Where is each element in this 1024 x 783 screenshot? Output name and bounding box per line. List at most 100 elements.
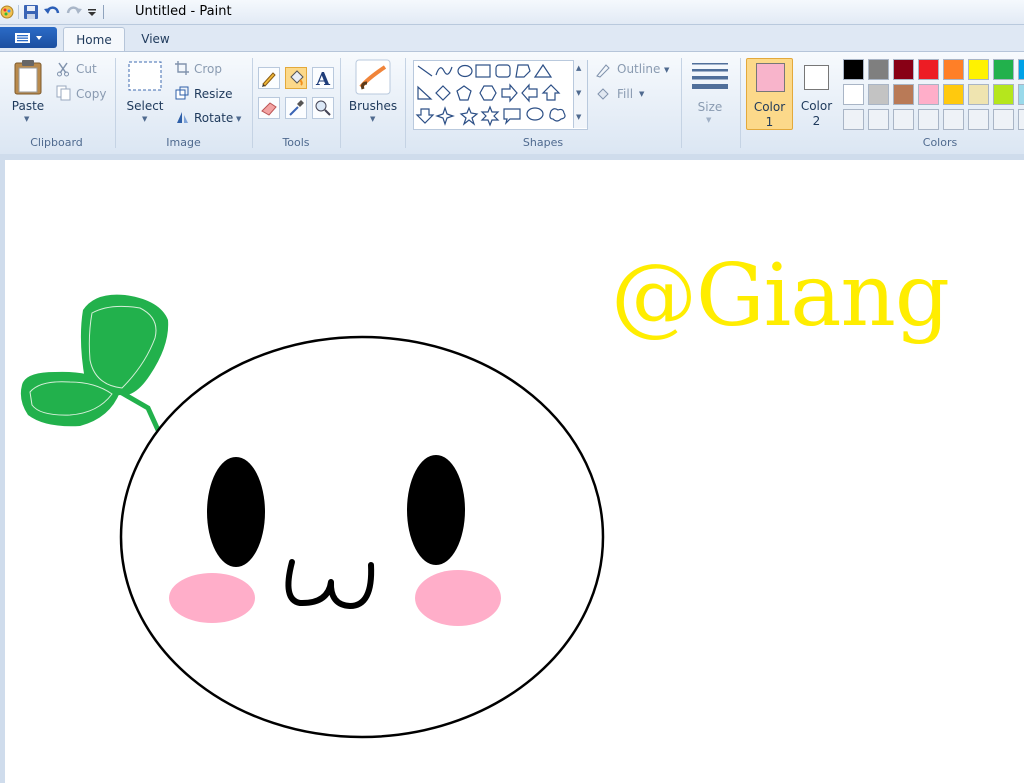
group-divider (740, 58, 741, 148)
window-title: Untitled - Paint (135, 4, 232, 19)
outline-dropdown-arrow[interactable]: ▼ (664, 66, 669, 74)
drawing-canvas[interactable]: @Giang (5, 160, 1024, 783)
fill-bucket-icon (290, 70, 304, 86)
fill-button[interactable]: Fill (617, 87, 633, 101)
color-picker-tool[interactable] (285, 97, 307, 119)
fill-icon[interactable] (595, 86, 611, 102)
resize-button[interactable]: Resize (194, 87, 232, 101)
palette-swatch[interactable] (893, 59, 914, 80)
redo-icon[interactable] (65, 4, 83, 20)
file-menu-button[interactable] (0, 27, 57, 48)
brushes-dropdown-arrow[interactable]: ▼ (370, 115, 375, 123)
palette-swatch[interactable] (968, 59, 989, 80)
tab-home[interactable]: Home (63, 27, 125, 52)
size-icon[interactable] (692, 61, 728, 91)
up-arrow-shape-icon (541, 84, 561, 101)
paste-icon[interactable] (13, 59, 43, 95)
fill-dropdown-arrow[interactable]: ▼ (639, 90, 644, 98)
brushes-button[interactable]: Brushes (346, 99, 400, 113)
palette-swatch[interactable] (1018, 59, 1024, 80)
magnifier-tool[interactable] (312, 97, 334, 119)
group-divider (115, 58, 116, 148)
rotate-icon[interactable] (175, 110, 190, 125)
ribbon: Paste ▼ Cut Copy Clipboard Select ▼ Crop… (0, 51, 1024, 155)
hexagon-shape-icon (479, 85, 497, 101)
select-button[interactable]: Select (124, 99, 166, 113)
oval-shape-icon (457, 64, 473, 78)
left-cheek (169, 573, 255, 623)
pencil-icon (262, 72, 276, 87)
title-bar: Untitled - Paint (0, 0, 1024, 25)
crop-icon[interactable] (175, 61, 189, 75)
palette-swatch[interactable] (943, 84, 964, 105)
pencil-tool[interactable] (258, 67, 280, 89)
custom-color-slot[interactable] (868, 109, 889, 130)
eraser-tool[interactable] (258, 97, 280, 119)
palette-swatch[interactable] (968, 84, 989, 105)
text-tool[interactable]: A (312, 67, 334, 90)
color2-label[interactable]: Color (795, 99, 838, 113)
four-point-star-shape-icon (435, 106, 455, 126)
custom-color-slot[interactable] (1018, 109, 1024, 130)
shapes-expand-arrow[interactable]: ▼ (576, 113, 581, 121)
line-shape-icon (417, 65, 433, 77)
palette-swatch[interactable] (868, 59, 889, 80)
customize-qat-icon[interactable] (87, 6, 97, 18)
size-dropdown-arrow[interactable]: ▼ (706, 116, 711, 124)
copy-icon[interactable] (56, 85, 72, 101)
save-icon[interactable] (23, 4, 39, 20)
palette-swatch[interactable] (993, 59, 1014, 80)
undo-icon[interactable] (43, 4, 61, 20)
rotate-button[interactable]: Rotate (194, 111, 233, 125)
palette-swatch[interactable] (843, 84, 864, 105)
shapes-gallery[interactable]: ▲ ▼ ▼ (413, 60, 588, 130)
palette-swatch[interactable] (893, 84, 914, 105)
palette-swatch[interactable] (843, 59, 864, 80)
brushes-icon[interactable] (355, 59, 391, 95)
diamond-shape-icon (435, 85, 451, 101)
paint-app-icon[interactable] (0, 5, 14, 19)
size-button[interactable]: Size (690, 100, 730, 114)
outline-button[interactable]: Outline (617, 62, 660, 76)
palette-swatch[interactable] (868, 84, 889, 105)
custom-color-slot[interactable] (918, 109, 939, 130)
palette-swatch[interactable] (943, 59, 964, 80)
custom-color-slot[interactable] (843, 109, 864, 130)
shapes-scroll-down-arrow[interactable]: ▼ (576, 89, 581, 97)
tab-view[interactable]: View (128, 27, 183, 51)
color1-button[interactable]: Color 1 (746, 58, 793, 130)
colors-group-label: Colors (922, 136, 958, 149)
shapes-group-label: Shapes (522, 136, 564, 149)
palette-swatch[interactable] (918, 84, 939, 105)
eraser-icon (261, 102, 277, 116)
select-icon[interactable] (128, 61, 162, 91)
paste-button[interactable]: Paste (10, 99, 46, 113)
crop-button[interactable]: Crop (194, 62, 222, 76)
cut-icon[interactable] (56, 61, 70, 77)
rotate-dropdown-arrow[interactable]: ▼ (236, 115, 241, 123)
color2-swatch[interactable] (804, 65, 829, 90)
canvas-text-giang: @Giang (611, 246, 950, 346)
file-menu-icon (15, 33, 42, 43)
five-point-star-shape-icon (459, 106, 479, 126)
custom-color-slot[interactable] (893, 109, 914, 130)
custom-color-slot[interactable] (943, 109, 964, 130)
fill-tool[interactable] (285, 67, 307, 89)
image-group-label: Image (166, 136, 201, 149)
text-icon: A (315, 69, 331, 90)
copy-button[interactable]: Copy (76, 87, 106, 101)
cut-button[interactable]: Cut (76, 62, 97, 76)
resize-icon[interactable] (175, 86, 189, 100)
shapes-scroll-up-arrow[interactable]: ▲ (576, 64, 581, 72)
palette-swatch[interactable] (918, 59, 939, 80)
select-dropdown-arrow[interactable]: ▼ (142, 115, 147, 123)
palette-swatch[interactable] (993, 84, 1014, 105)
custom-color-slot[interactable] (993, 109, 1014, 130)
palette-swatch[interactable] (1018, 84, 1024, 105)
face-outline (119, 335, 605, 739)
rounded-callout-shape-icon (503, 108, 521, 125)
outline-icon[interactable] (595, 62, 611, 78)
custom-color-slot[interactable] (968, 109, 989, 130)
paste-dropdown-arrow[interactable]: ▼ (24, 115, 29, 123)
cloud-callout-shape-icon (549, 108, 566, 122)
